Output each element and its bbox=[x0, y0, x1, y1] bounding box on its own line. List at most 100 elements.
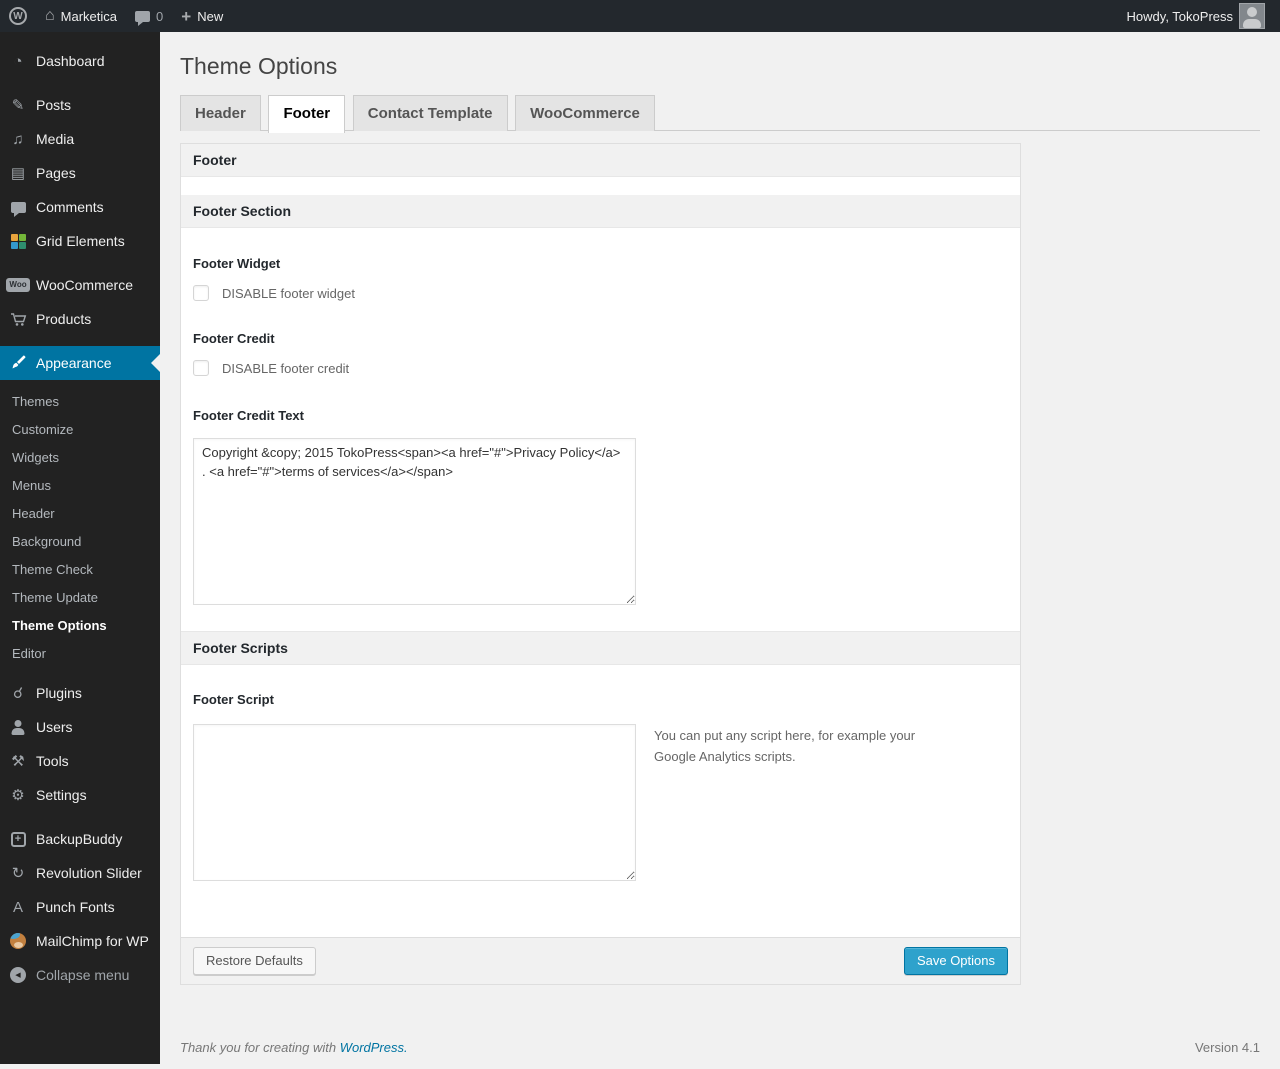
tab-contact-template[interactable]: Contact Template bbox=[352, 95, 508, 131]
site-name-label: Marketica bbox=[60, 8, 118, 24]
footer-credit-text-textarea[interactable]: Copyright &copy; 2015 TokoPress<span><a … bbox=[193, 438, 636, 605]
sidebar-item-label: Comments bbox=[36, 198, 104, 215]
account-menu[interactable]: Howdy, TokoPress bbox=[1118, 0, 1274, 32]
footer-script-textarea[interactable] bbox=[193, 724, 636, 881]
group-body-empty bbox=[181, 177, 1020, 195]
media-icon: ♫ bbox=[12, 130, 24, 148]
current-menu-arrow bbox=[151, 354, 160, 372]
submenu-item-theme-update[interactable]: Theme Update bbox=[0, 584, 160, 612]
sidebar-item-plugins[interactable]: ☌ Plugins bbox=[0, 676, 160, 710]
tools-icon: ⚒ bbox=[11, 753, 25, 770]
new-content-menu[interactable]: + New bbox=[172, 0, 232, 32]
sidebar-item-pages[interactable]: ▤ Pages bbox=[0, 156, 160, 190]
tab-footer[interactable]: Footer bbox=[268, 95, 346, 133]
sidebar-item-label: Dashboard bbox=[36, 52, 105, 69]
disable-footer-credit-label[interactable]: DISABLE footer credit bbox=[222, 361, 349, 376]
footer-scripts-fields: Footer Script You can put any script her… bbox=[181, 692, 1020, 937]
sidebar-item-settings[interactable]: ⚙ Settings bbox=[0, 778, 160, 812]
sidebar-item-backupbuddy[interactable]: + BackupBuddy bbox=[0, 822, 160, 856]
disable-footer-widget-label[interactable]: DISABLE footer widget bbox=[222, 286, 355, 301]
sidebar-item-label: Plugins bbox=[36, 684, 82, 701]
site-name-menu[interactable]: ⌂ Marketica bbox=[36, 0, 126, 32]
footer-credit-checkbox-row: DISABLE footer credit bbox=[193, 360, 1008, 376]
sidebar-item-label: Media bbox=[36, 130, 75, 147]
sidebar-item-revolution-slider[interactable]: ↻ Revolution Slider bbox=[0, 856, 160, 890]
sidebar-item-label: Products bbox=[36, 310, 92, 327]
sidebar-item-appearance[interactable]: Appearance bbox=[0, 346, 160, 380]
footer-script-row: You can put any script here, for example… bbox=[193, 724, 1008, 881]
footer-widget-checkbox-row: DISABLE footer widget bbox=[193, 285, 1008, 301]
comments-menu[interactable]: 0 bbox=[126, 0, 172, 32]
disable-footer-widget-checkbox[interactable] bbox=[193, 285, 209, 301]
comments-bubble-icon bbox=[135, 10, 151, 26]
comment-count: 0 bbox=[156, 8, 164, 24]
submenu-item-theme-options[interactable]: Theme Options bbox=[0, 612, 160, 640]
sidebar-item-woocommerce[interactable]: Woo WooCommerce bbox=[0, 268, 160, 302]
submenu-item-editor[interactable]: Editor bbox=[0, 640, 160, 668]
submenu-item-menus[interactable]: Menus bbox=[0, 472, 160, 500]
admin-bar: W ⌂ Marketica 0 + New Howdy, TokoPress bbox=[0, 0, 1280, 32]
grid-elements-icon bbox=[0, 233, 36, 249]
submenu-item-themes[interactable]: Themes bbox=[0, 388, 160, 416]
tab-bar: Header Footer Contact Template WooCommer… bbox=[180, 95, 1260, 133]
sidebar-item-punch-fonts[interactable]: A Punch Fonts bbox=[0, 890, 160, 924]
section-header-footer-scripts: Footer Scripts bbox=[181, 631, 1020, 665]
sidebar-item-label: Punch Fonts bbox=[36, 898, 115, 915]
sidebar-item-label: Users bbox=[36, 718, 73, 735]
sidebar-item-label: Posts bbox=[36, 96, 72, 113]
home-icon: ⌂ bbox=[45, 7, 55, 24]
sidebar-item-label: Revolution Slider bbox=[36, 864, 142, 881]
sidebar-item-mailchimp[interactable]: MailChimp for WP bbox=[0, 924, 160, 958]
collapse-arrow-icon: ◀ bbox=[0, 967, 36, 983]
panel-action-bar: Restore Defaults Save Options bbox=[181, 937, 1020, 984]
footer-script-label: Footer Script bbox=[193, 692, 274, 707]
admin-footer: Thank you for creating with WordPress. V… bbox=[180, 1040, 1260, 1069]
howdy-label: Howdy, TokoPress bbox=[1126, 8, 1233, 24]
footer-script-help: You can put any script here, for example… bbox=[654, 728, 916, 764]
mailchimp-monkey-icon bbox=[0, 933, 36, 949]
submenu-item-theme-check[interactable]: Theme Check bbox=[0, 556, 160, 584]
letter-a-icon: A bbox=[12, 898, 23, 916]
pushpin-icon: ✎ bbox=[11, 97, 25, 114]
sidebar-item-label: Appearance bbox=[36, 354, 112, 371]
avatar-person-icon bbox=[1240, 6, 1264, 28]
save-options-button[interactable]: Save Options bbox=[903, 947, 1008, 975]
sidebar-item-users[interactable]: Users bbox=[0, 710, 160, 744]
wordpress-link[interactable]: WordPress. bbox=[340, 1040, 408, 1055]
disable-footer-credit-checkbox[interactable] bbox=[193, 360, 209, 376]
submenu-item-header[interactable]: Header bbox=[0, 500, 160, 528]
settings-icon: ⚙ bbox=[11, 787, 25, 804]
sidebar-item-label: BackupBuddy bbox=[36, 830, 123, 847]
sidebar-item-label: Grid Elements bbox=[36, 232, 125, 249]
wp-logo-menu[interactable]: W bbox=[0, 0, 36, 32]
sidebar-item-posts[interactable]: ✎ Posts bbox=[0, 88, 160, 122]
submenu-item-widgets[interactable]: Widgets bbox=[0, 444, 160, 472]
menu-separator bbox=[0, 258, 160, 268]
sidebar-item-label: WooCommerce bbox=[36, 276, 133, 293]
menu-separator bbox=[0, 78, 160, 88]
submenu-item-background[interactable]: Background bbox=[0, 528, 160, 556]
sidebar-item-tools[interactable]: ⚒ Tools bbox=[0, 744, 160, 778]
collapse-menu-label: Collapse menu bbox=[36, 966, 130, 983]
sidebar-item-label: Settings bbox=[36, 786, 87, 803]
thanks-text: Thank you for creating with bbox=[180, 1040, 340, 1055]
sidebar-item-grid-elements[interactable]: Grid Elements bbox=[0, 224, 160, 258]
collapse-menu-button[interactable]: ◀ Collapse menu bbox=[0, 958, 160, 992]
sidebar-item-products[interactable]: Products bbox=[0, 302, 160, 336]
tab-header[interactable]: Header bbox=[180, 95, 261, 131]
new-label: New bbox=[197, 8, 224, 24]
sidebar-item-dashboard[interactable]: ◔ Dashboard bbox=[0, 44, 160, 78]
plus-icon: + bbox=[181, 6, 192, 26]
backup-drive-icon: + bbox=[0, 831, 36, 847]
sidebar-item-media[interactable]: ♫ Media bbox=[0, 122, 160, 156]
sidebar-item-label: Pages bbox=[36, 164, 76, 181]
sidebar-item-label: MailChimp for WP bbox=[36, 932, 149, 949]
submenu-item-customize[interactable]: Customize bbox=[0, 416, 160, 444]
cart-icon bbox=[0, 311, 36, 327]
dashboard-icon: ◔ bbox=[13, 52, 23, 70]
sidebar-item-comments[interactable]: Comments bbox=[0, 190, 160, 224]
admin-sidebar: ◔ Dashboard ✎ Posts ♫ Media ▤ Pages Comm… bbox=[0, 32, 160, 1064]
tab-woocommerce[interactable]: WooCommerce bbox=[515, 95, 655, 131]
wordpress-logo-icon: W bbox=[9, 7, 27, 25]
restore-defaults-button[interactable]: Restore Defaults bbox=[193, 947, 316, 975]
